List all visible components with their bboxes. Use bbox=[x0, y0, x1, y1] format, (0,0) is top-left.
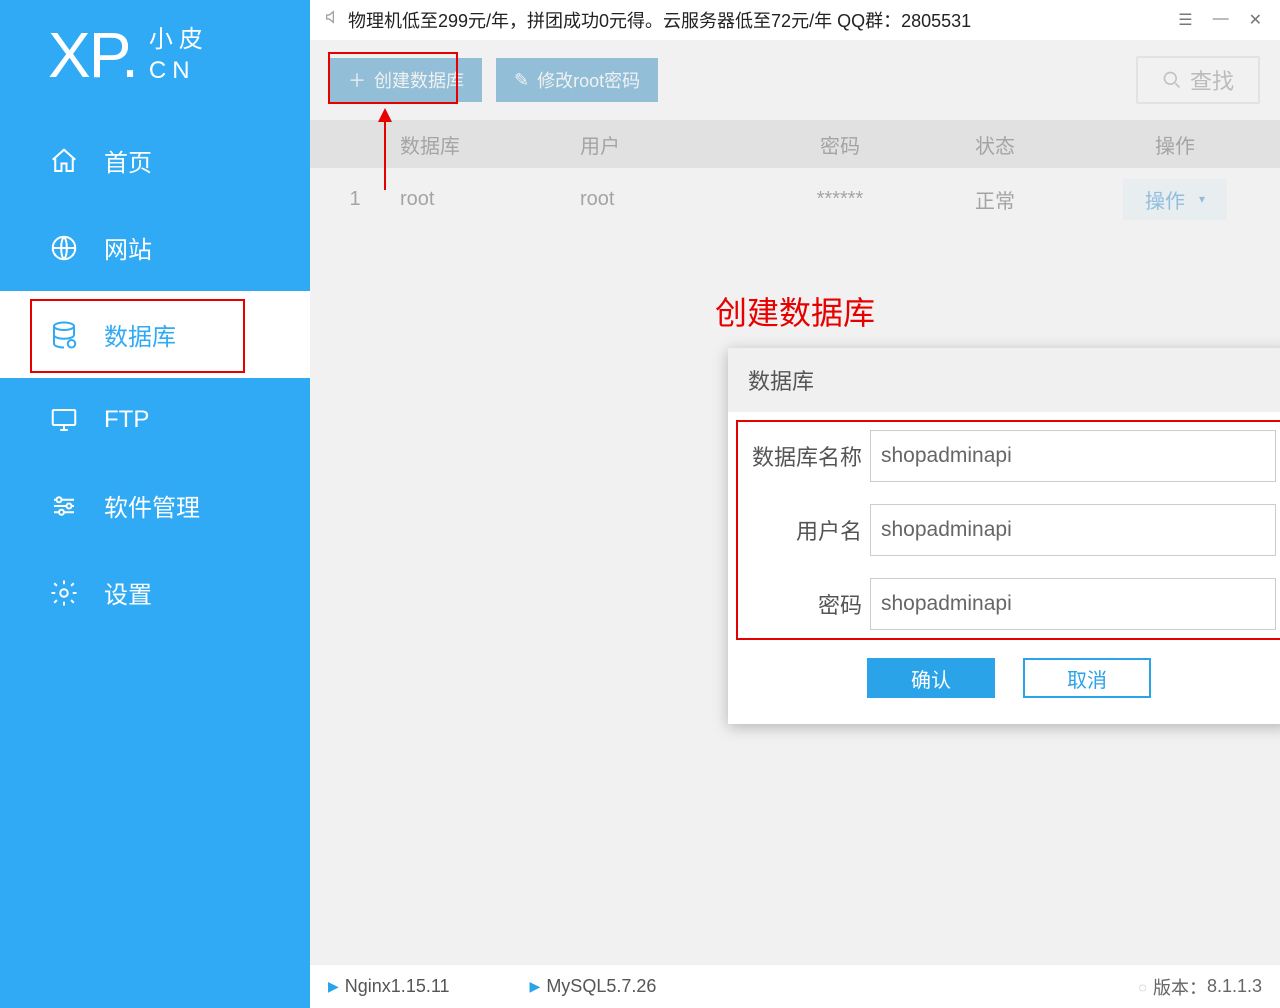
version-label: 版本： bbox=[1153, 974, 1207, 1000]
database-icon bbox=[48, 319, 80, 351]
info-icon: ◌ bbox=[1139, 979, 1147, 995]
gear-icon bbox=[48, 577, 80, 609]
annotation-title: 创建数据库 bbox=[310, 288, 1280, 334]
username-label: 用户名 bbox=[742, 514, 870, 546]
dialog-body: 数据库名称 用户名 密码 确认 取消 bbox=[728, 412, 1280, 724]
titlebar-text: 物理机低至299元/年，拼团成功0元得。云服务器低至72元/年 QQ群：2805… bbox=[348, 7, 971, 33]
password-label: 密码 bbox=[742, 588, 870, 620]
triangle-icon: ▶ bbox=[328, 978, 339, 995]
password-input[interactable] bbox=[870, 578, 1276, 630]
close-icon[interactable]: ✕ bbox=[1245, 10, 1266, 30]
cancel-button[interactable]: 取消 bbox=[1023, 658, 1151, 698]
confirm-button[interactable]: 确认 bbox=[867, 658, 995, 698]
menu-icon[interactable]: ☰ bbox=[1174, 10, 1196, 30]
logo: XP. 小皮 CN bbox=[0, 0, 310, 117]
status-nginx[interactable]: ▶ Nginx1.15.11 bbox=[328, 976, 450, 997]
dialog-title: 数据库 bbox=[728, 348, 1280, 412]
sliders-icon bbox=[48, 490, 80, 522]
nav-settings[interactable]: 设置 bbox=[0, 549, 310, 636]
username-input[interactable] bbox=[870, 504, 1276, 556]
nav-ftp[interactable]: FTP bbox=[0, 378, 310, 462]
titlebar: 物理机低至299元/年，拼团成功0元得。云服务器低至72元/年 QQ群：2805… bbox=[310, 0, 1280, 40]
nav-ftp-label: FTP bbox=[104, 406, 149, 434]
status-mysql[interactable]: ▶ MySQL5.7.26 bbox=[530, 976, 657, 997]
nav-home-label: 首页 bbox=[104, 143, 152, 178]
window-controls: ☰ — ✕ bbox=[1174, 10, 1266, 30]
statusbar: ▶ Nginx1.15.11 ▶ MySQL5.7.26 ◌ 版本： 8.1.1… bbox=[310, 964, 1280, 1008]
globe-icon bbox=[48, 232, 80, 264]
nav-database-label: 数据库 bbox=[104, 317, 176, 352]
content: ＋ 创建数据库 ✎ 修改root密码 查找 数据库 用户 密码 状态 操作 bbox=[310, 40, 1280, 964]
dbname-label: 数据库名称 bbox=[742, 440, 870, 472]
logo-xp: XP. bbox=[48, 18, 137, 92]
nav-website[interactable]: 网站 bbox=[0, 204, 310, 291]
annotation-arrow bbox=[384, 110, 386, 190]
speaker-icon bbox=[324, 9, 340, 30]
minimize-icon[interactable]: — bbox=[1209, 10, 1233, 30]
monitor-icon bbox=[48, 404, 80, 436]
home-icon bbox=[48, 145, 80, 177]
nginx-label: Nginx1.15.11 bbox=[345, 976, 450, 997]
create-database-dialog: 数据库 数据库名称 用户名 密码 确认 取消 bbox=[728, 348, 1280, 724]
nav-home[interactable]: 首页 bbox=[0, 117, 310, 204]
nav-website-label: 网站 bbox=[104, 230, 152, 265]
nav-software[interactable]: 软件管理 bbox=[0, 462, 310, 549]
dialog-actions: 确认 取消 bbox=[742, 652, 1276, 716]
dbname-input[interactable] bbox=[870, 430, 1276, 482]
sidebar: XP. 小皮 CN 首页 网站 数据库 bbox=[0, 0, 310, 1008]
logo-sub1: 小皮 bbox=[149, 24, 209, 55]
main: 物理机低至299元/年，拼团成功0元得。云服务器低至72元/年 QQ群：2805… bbox=[310, 0, 1280, 1008]
triangle-icon: ▶ bbox=[530, 978, 541, 995]
nav-database[interactable]: 数据库 bbox=[0, 291, 310, 378]
version-value: 8.1.1.3 bbox=[1207, 976, 1262, 997]
version-info: ◌ 版本： 8.1.1.3 bbox=[1139, 974, 1262, 1000]
logo-sub2: CN bbox=[149, 55, 209, 86]
nav-software-label: 软件管理 bbox=[104, 488, 200, 523]
nav: 首页 网站 数据库 FTP 软件管理 bbox=[0, 117, 310, 1008]
nav-settings-label: 设置 bbox=[104, 575, 152, 610]
mysql-label: MySQL5.7.26 bbox=[546, 976, 656, 997]
